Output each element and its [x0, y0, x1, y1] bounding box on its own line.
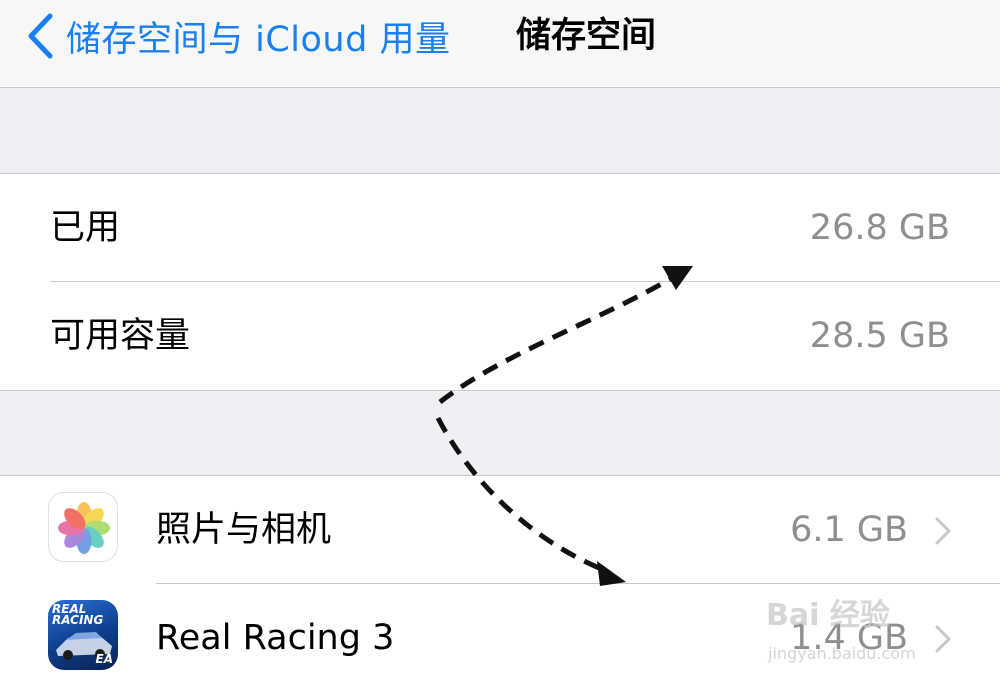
available-row: 可用容量 28.5 GB [0, 282, 1000, 390]
list-item-photos[interactable]: 照片与相机 6.1 GB [0, 476, 1000, 584]
app-name: Real Racing 3 [156, 618, 395, 658]
used-value: 26.8 GB [809, 208, 950, 248]
real-racing-icon: REAL RACING EA [48, 600, 118, 670]
available-label: 可用容量 [50, 316, 191, 356]
baidu-watermark: Bai 经验 [766, 598, 890, 633]
available-value: 28.5 GB [809, 316, 950, 356]
app-name: 照片与相机 [156, 510, 332, 550]
app-size: 6.1 GB [790, 510, 908, 550]
used-row: 已用 26.8 GB [0, 174, 1000, 282]
used-label: 已用 [50, 208, 121, 248]
navigation-bar: 储存空间与 iCloud 用量 储存空间 [0, 0, 1000, 88]
baidu-watermark-url: jingyan.baidu.com [768, 644, 916, 663]
ea-logo: EA [95, 652, 113, 666]
photos-icon [48, 492, 118, 562]
chevron-right-icon [935, 517, 951, 545]
back-button-label: 储存空间与 iCloud 用量 [66, 19, 451, 60]
back-button[interactable]: 储存空间与 iCloud 用量 [26, 10, 450, 62]
storage-summary-group: 已用 26.8 GB 可用容量 28.5 GB [0, 173, 1000, 391]
page-title: 储存空间 [516, 16, 657, 56]
chevron-left-icon [28, 13, 53, 59]
chevron-right-icon [935, 625, 951, 653]
